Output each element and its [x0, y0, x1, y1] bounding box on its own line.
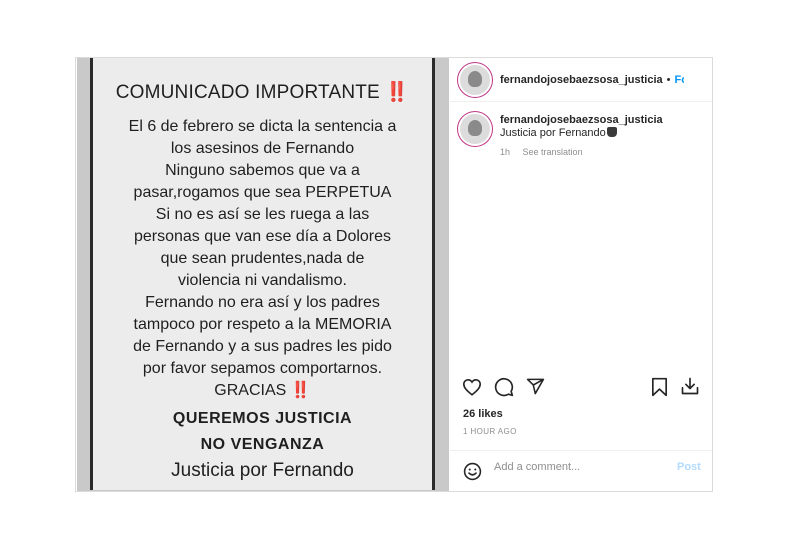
- poster-line: pasar,rogamos que sea PERPETUA: [133, 184, 392, 201]
- emoji-icon[interactable]: [463, 462, 482, 481]
- action-bar: [450, 374, 712, 402]
- header-username[interactable]: fernandojosebaezsosa_justicia: [500, 74, 663, 86]
- poster-slogan: QUEREMOS JUSTICIA NO VENGANZA: [93, 406, 432, 458]
- avatar[interactable]: [460, 64, 490, 95]
- separator: •: [666, 73, 671, 86]
- caption-meta: 1h See translation: [500, 146, 663, 159]
- caption-username[interactable]: fernandojosebaezsosa_justicia: [500, 114, 663, 127]
- share-icon[interactable]: [526, 377, 545, 396]
- poster-line: que sean prudentes,nada de: [160, 250, 365, 267]
- caption-text-row: Justicia por Fernando: [500, 127, 663, 140]
- caption-text: Justicia por Fernando: [500, 127, 606, 139]
- poster-image: COMUNICADO IMPORTANTE ‼️ El 6 de febrero…: [90, 58, 435, 490]
- poster-line: tampoco por respeto a la MEMORIA: [133, 316, 392, 333]
- post-timestamp: 1 HOUR AGO: [463, 427, 517, 436]
- poster-line: Fernando no era así y los padres: [145, 294, 380, 311]
- comment-input[interactable]: [494, 461, 664, 473]
- post-sidebar: fernandojosebaezsosa_justicia • Follow f…: [450, 58, 712, 491]
- see-translation-link[interactable]: See translation: [523, 147, 583, 157]
- exclamation-icon: ‼️: [385, 82, 410, 103]
- poster-line: Ninguno sabemos que va a: [165, 162, 360, 179]
- follow-button[interactable]: Follow: [674, 74, 684, 86]
- poster-line: violencia ni vandalismo.: [178, 272, 347, 289]
- download-icon[interactable]: [680, 376, 700, 396]
- likes-count[interactable]: 26 likes: [463, 408, 503, 420]
- poster-title-text: COMUNICADO IMPORTANTE: [115, 82, 380, 103]
- poster-gracias-text: GRACIAS: [214, 382, 287, 399]
- poster-line: personas que van ese día a Dolores: [133, 228, 392, 245]
- poster-title: COMUNICADO IMPORTANTE ‼️: [93, 80, 432, 104]
- post-button[interactable]: Post: [677, 461, 701, 473]
- heart-icon[interactable]: [462, 378, 482, 396]
- poster-line: los asesinos de Fernando: [170, 140, 355, 157]
- poster-gracias: GRACIAS ‼️: [99, 380, 426, 402]
- caption-body: fernandojosebaezsosa_justicia Justicia p…: [500, 114, 663, 159]
- exclamation-icon: ‼️: [290, 382, 311, 399]
- caption: fernandojosebaezsosa_justicia Justicia p…: [460, 114, 663, 159]
- avatar[interactable]: [460, 114, 490, 144]
- trophy-icon: [606, 127, 617, 137]
- poster-line: por favor sepamos comportarnos.: [142, 360, 383, 377]
- poster-body: El 6 de febrero se dicta la sentencia a …: [93, 116, 432, 402]
- poster-line: El 6 de febrero se dicta la sentencia a: [128, 118, 397, 135]
- caption-time: 1h: [500, 147, 511, 157]
- poster-slogan-line: QUEREMOS JUSTICIA: [172, 410, 353, 427]
- comment-icon[interactable]: [494, 377, 514, 397]
- poster-line: Si no es así se les ruega a las: [155, 206, 370, 223]
- post-header: fernandojosebaezsosa_justicia • Follow: [450, 58, 712, 102]
- poster-slogan-line: NO VENGANZA: [200, 436, 325, 453]
- comment-bar: Post: [450, 450, 712, 491]
- poster-line: de Fernando y a sus padres les pido: [133, 338, 392, 355]
- bookmark-icon[interactable]: [651, 377, 668, 397]
- poster-signoff: Justicia por Fernando: [171, 460, 354, 481]
